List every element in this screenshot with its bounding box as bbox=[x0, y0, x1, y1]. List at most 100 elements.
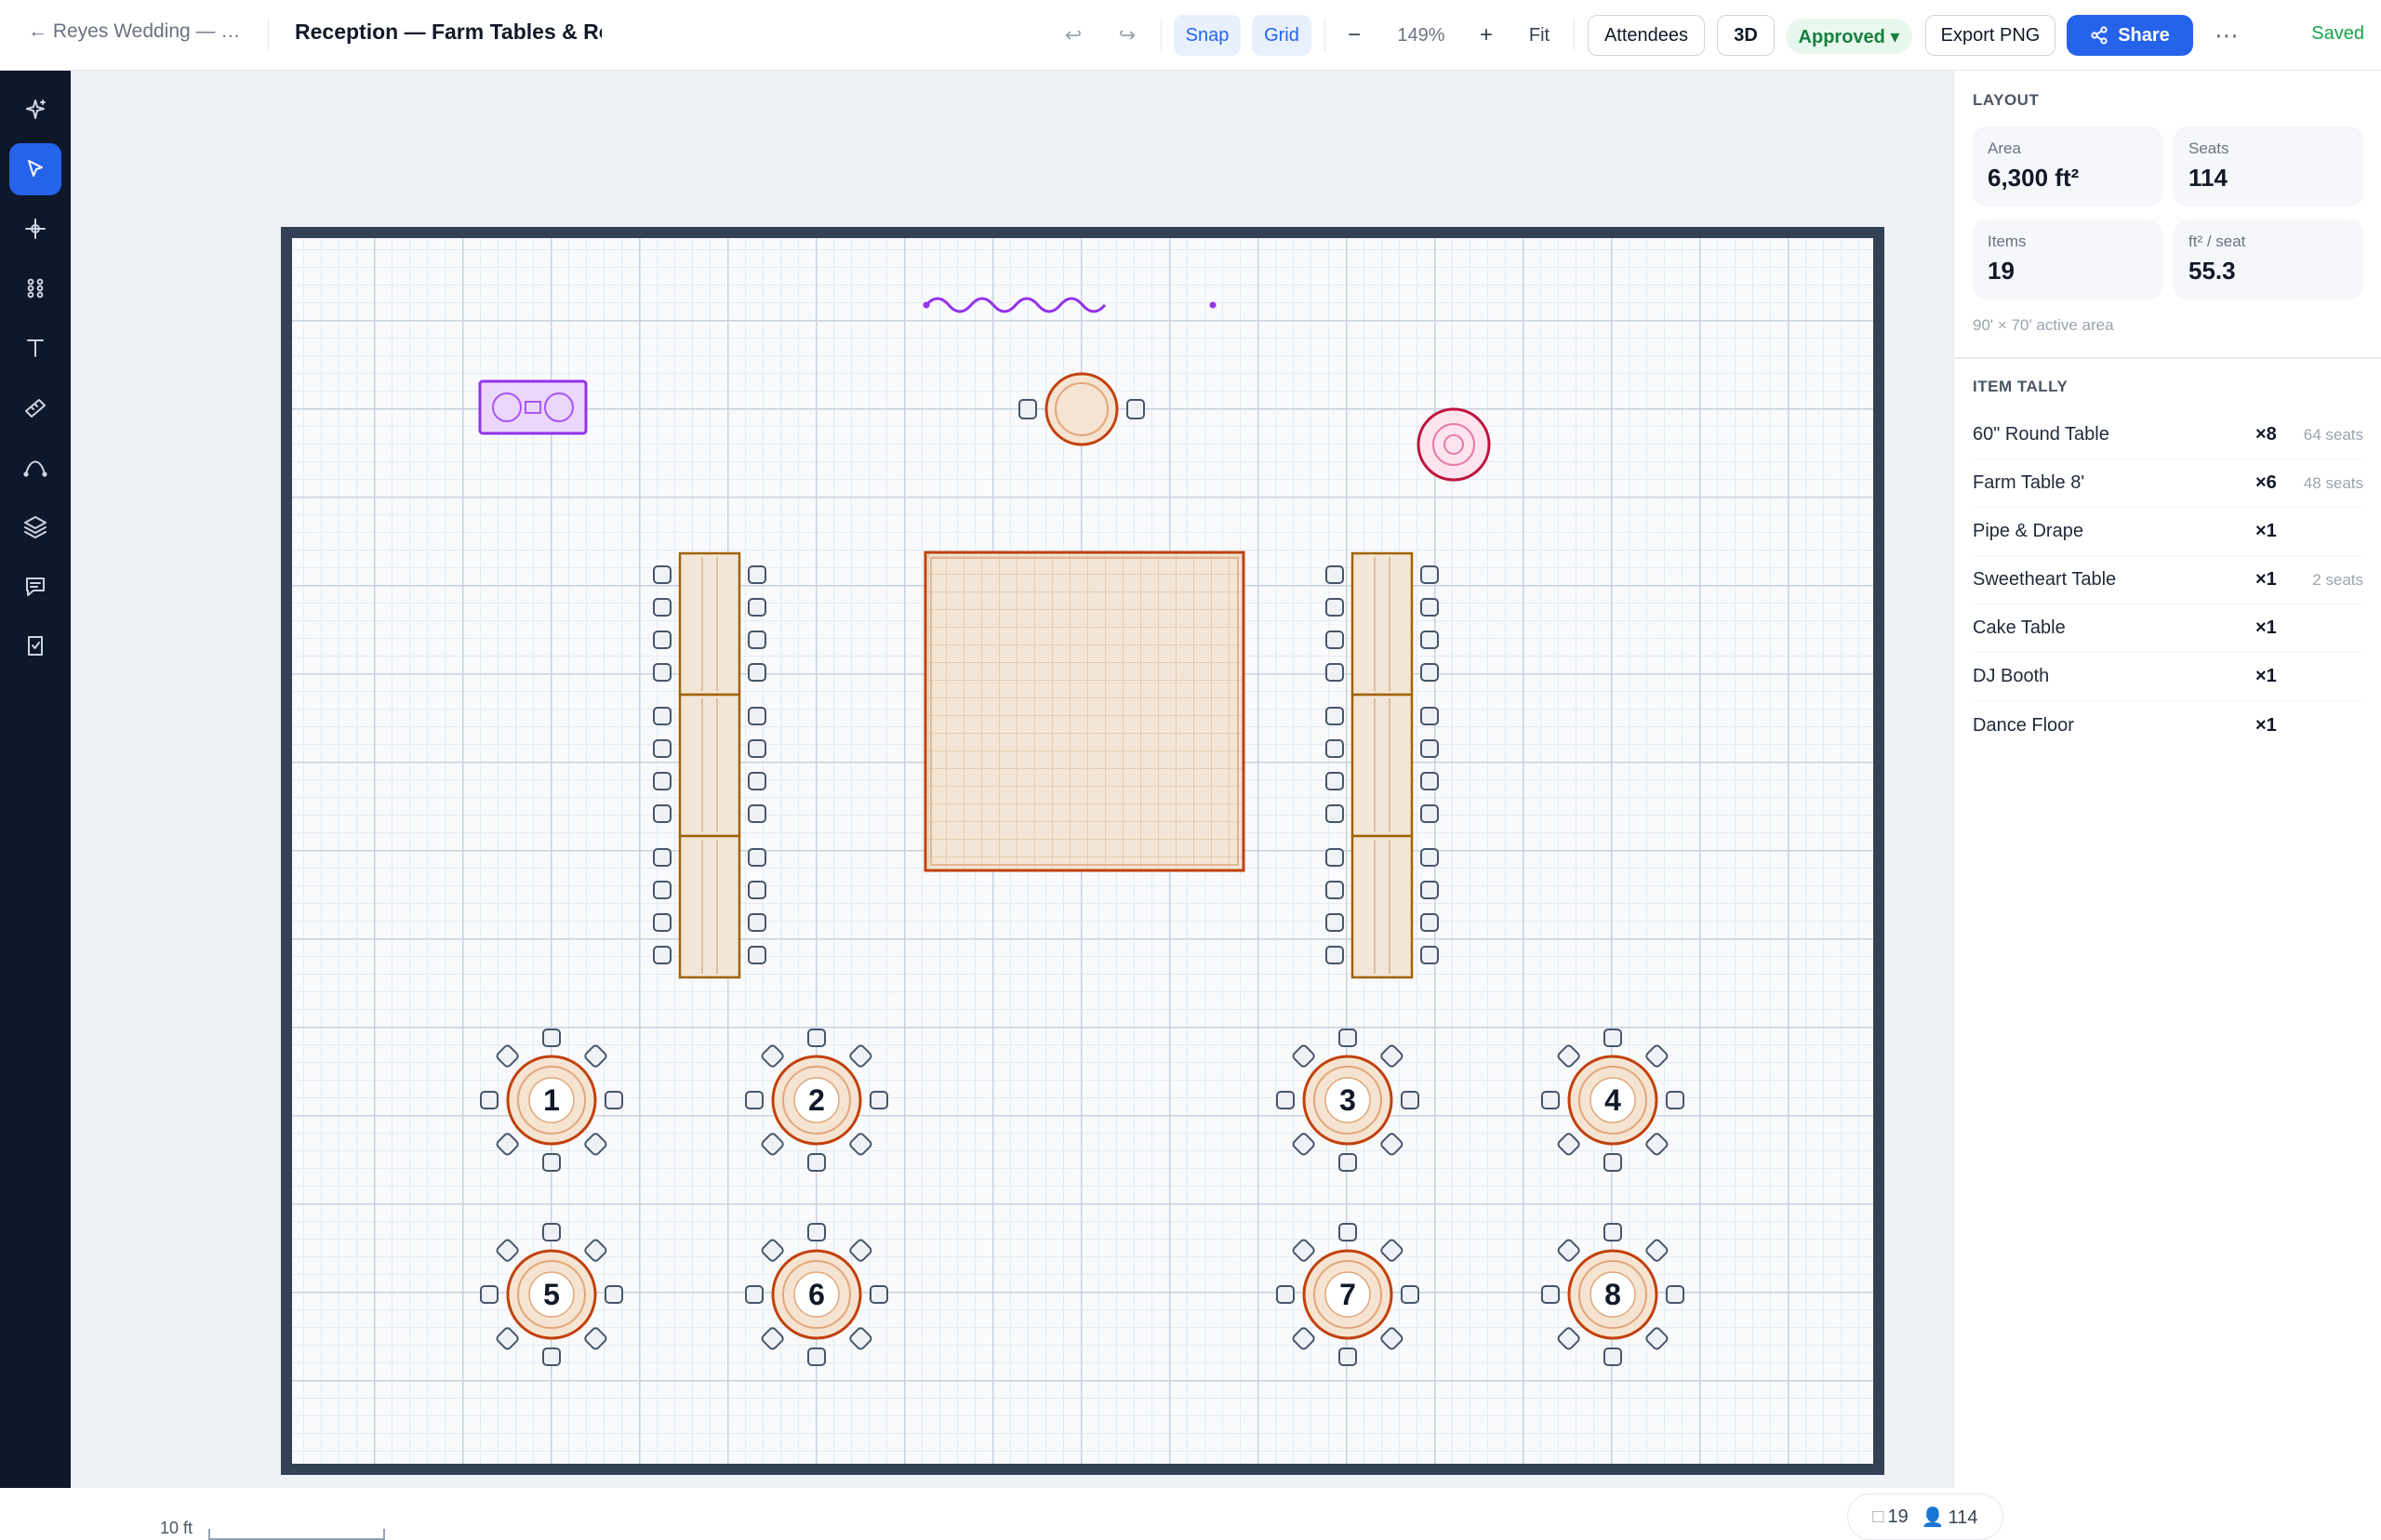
round-table[interactable]: 5 bbox=[480, 1223, 623, 1366]
chair[interactable] bbox=[1420, 707, 1439, 725]
chair[interactable] bbox=[605, 1091, 623, 1109]
chair[interactable] bbox=[1541, 1091, 1560, 1109]
chair[interactable] bbox=[1325, 848, 1344, 867]
dance-floor[interactable] bbox=[924, 551, 1245, 872]
round-table[interactable]: 3 bbox=[1276, 1029, 1419, 1172]
farm-table[interactable] bbox=[1350, 693, 1414, 838]
chair[interactable] bbox=[849, 1133, 872, 1156]
chair[interactable] bbox=[748, 739, 766, 758]
chair[interactable] bbox=[653, 848, 672, 867]
curve-icon[interactable] bbox=[9, 441, 61, 493]
chair[interactable] bbox=[1380, 1239, 1403, 1262]
node-edit-icon[interactable] bbox=[9, 203, 61, 255]
farm-table[interactable] bbox=[1350, 834, 1414, 979]
attendees-button[interactable]: Attendees bbox=[1588, 15, 1705, 56]
chair[interactable] bbox=[745, 1285, 764, 1304]
chair[interactable] bbox=[496, 1133, 519, 1156]
select-pointer-icon[interactable] bbox=[9, 143, 61, 195]
chair[interactable] bbox=[1338, 1223, 1357, 1241]
chair[interactable] bbox=[748, 881, 766, 899]
chair[interactable] bbox=[1292, 1239, 1315, 1262]
round-table[interactable]: 8 bbox=[1541, 1223, 1684, 1366]
chair[interactable] bbox=[1420, 946, 1439, 964]
chair[interactable] bbox=[761, 1327, 784, 1350]
chair[interactable] bbox=[745, 1091, 764, 1109]
chair[interactable] bbox=[1325, 881, 1344, 899]
pipe-and-drape[interactable] bbox=[924, 297, 1107, 313]
zoom-in-button[interactable]: + bbox=[1470, 15, 1503, 56]
chair[interactable] bbox=[1325, 946, 1344, 964]
chair[interactable] bbox=[653, 707, 672, 725]
chair[interactable] bbox=[542, 1348, 561, 1366]
chair[interactable] bbox=[748, 848, 766, 867]
layers-icon[interactable] bbox=[9, 500, 61, 552]
chair[interactable] bbox=[1603, 1348, 1622, 1366]
tally-row[interactable]: Dance Floor ×1 bbox=[1973, 701, 2363, 750]
chair[interactable] bbox=[1603, 1029, 1622, 1047]
chair[interactable] bbox=[748, 663, 766, 682]
chair[interactable] bbox=[1380, 1133, 1403, 1156]
chair[interactable] bbox=[480, 1091, 499, 1109]
chair[interactable] bbox=[542, 1029, 561, 1047]
chair[interactable] bbox=[807, 1029, 826, 1047]
grid-toggle[interactable]: Grid bbox=[1252, 15, 1311, 56]
snap-toggle[interactable]: Snap bbox=[1174, 15, 1241, 56]
chair[interactable] bbox=[1325, 663, 1344, 682]
chair[interactable] bbox=[761, 1133, 784, 1156]
chair[interactable] bbox=[870, 1285, 888, 1304]
view-3d-button[interactable]: 3D bbox=[1717, 15, 1775, 56]
chair[interactable] bbox=[748, 946, 766, 964]
chair[interactable] bbox=[1666, 1285, 1684, 1304]
chair[interactable] bbox=[748, 804, 766, 823]
grid-items-icon[interactable] bbox=[9, 262, 61, 314]
round-table[interactable]: 2 bbox=[745, 1029, 888, 1172]
ruler-icon[interactable] bbox=[9, 381, 61, 433]
chair[interactable] bbox=[1420, 565, 1439, 584]
chair[interactable] bbox=[761, 1239, 784, 1262]
chair[interactable] bbox=[1292, 1133, 1315, 1156]
round-table[interactable]: 1 bbox=[480, 1029, 623, 1172]
farm-table[interactable] bbox=[678, 551, 741, 697]
chair[interactable] bbox=[1292, 1327, 1315, 1350]
comment-icon[interactable] bbox=[9, 560, 61, 612]
chair[interactable] bbox=[1645, 1133, 1669, 1156]
chair[interactable] bbox=[1603, 1153, 1622, 1172]
chair[interactable] bbox=[584, 1327, 607, 1350]
chair[interactable] bbox=[1420, 913, 1439, 932]
room-boundary[interactable]: 1 2 3 4 5 6 7 8 bbox=[281, 227, 1884, 1475]
tally-row[interactable]: Cake Table ×1 bbox=[1973, 604, 2363, 653]
tally-row[interactable]: Sweetheart Table ×1 2 seats bbox=[1973, 556, 2363, 604]
chair[interactable] bbox=[1557, 1133, 1580, 1156]
chair[interactable] bbox=[1557, 1239, 1580, 1262]
export-png-button[interactable]: Export PNG bbox=[1925, 15, 2055, 56]
sweetheart-table[interactable] bbox=[1018, 372, 1145, 446]
chair[interactable] bbox=[1420, 739, 1439, 758]
chair[interactable] bbox=[605, 1285, 623, 1304]
chair[interactable] bbox=[1292, 1044, 1315, 1068]
approval-status-dropdown[interactable]: Approved ▾ bbox=[1786, 19, 1912, 54]
chair[interactable] bbox=[1401, 1285, 1419, 1304]
document-title[interactable]: Reception — Farm Tables & Rou bbox=[295, 20, 602, 45]
chair[interactable] bbox=[870, 1091, 888, 1109]
farm-table[interactable] bbox=[678, 834, 741, 979]
chair[interactable] bbox=[807, 1223, 826, 1241]
chair[interactable] bbox=[849, 1239, 872, 1262]
chair[interactable] bbox=[653, 663, 672, 682]
zoom-out-button[interactable]: − bbox=[1337, 15, 1371, 56]
chair[interactable] bbox=[748, 772, 766, 790]
chair[interactable] bbox=[748, 598, 766, 617]
chair[interactable] bbox=[1401, 1091, 1419, 1109]
chair[interactable] bbox=[1325, 707, 1344, 725]
chair[interactable] bbox=[1645, 1044, 1669, 1068]
chair[interactable] bbox=[542, 1153, 561, 1172]
chair[interactable] bbox=[1338, 1348, 1357, 1366]
chair[interactable] bbox=[748, 565, 766, 584]
checklist-icon[interactable] bbox=[9, 619, 61, 671]
chair[interactable] bbox=[1420, 772, 1439, 790]
tally-row[interactable]: DJ Booth ×1 bbox=[1973, 653, 2363, 701]
chair[interactable] bbox=[748, 913, 766, 932]
chair[interactable] bbox=[748, 707, 766, 725]
chair[interactable] bbox=[653, 772, 672, 790]
chair[interactable] bbox=[1557, 1327, 1580, 1350]
chair[interactable] bbox=[496, 1327, 519, 1350]
